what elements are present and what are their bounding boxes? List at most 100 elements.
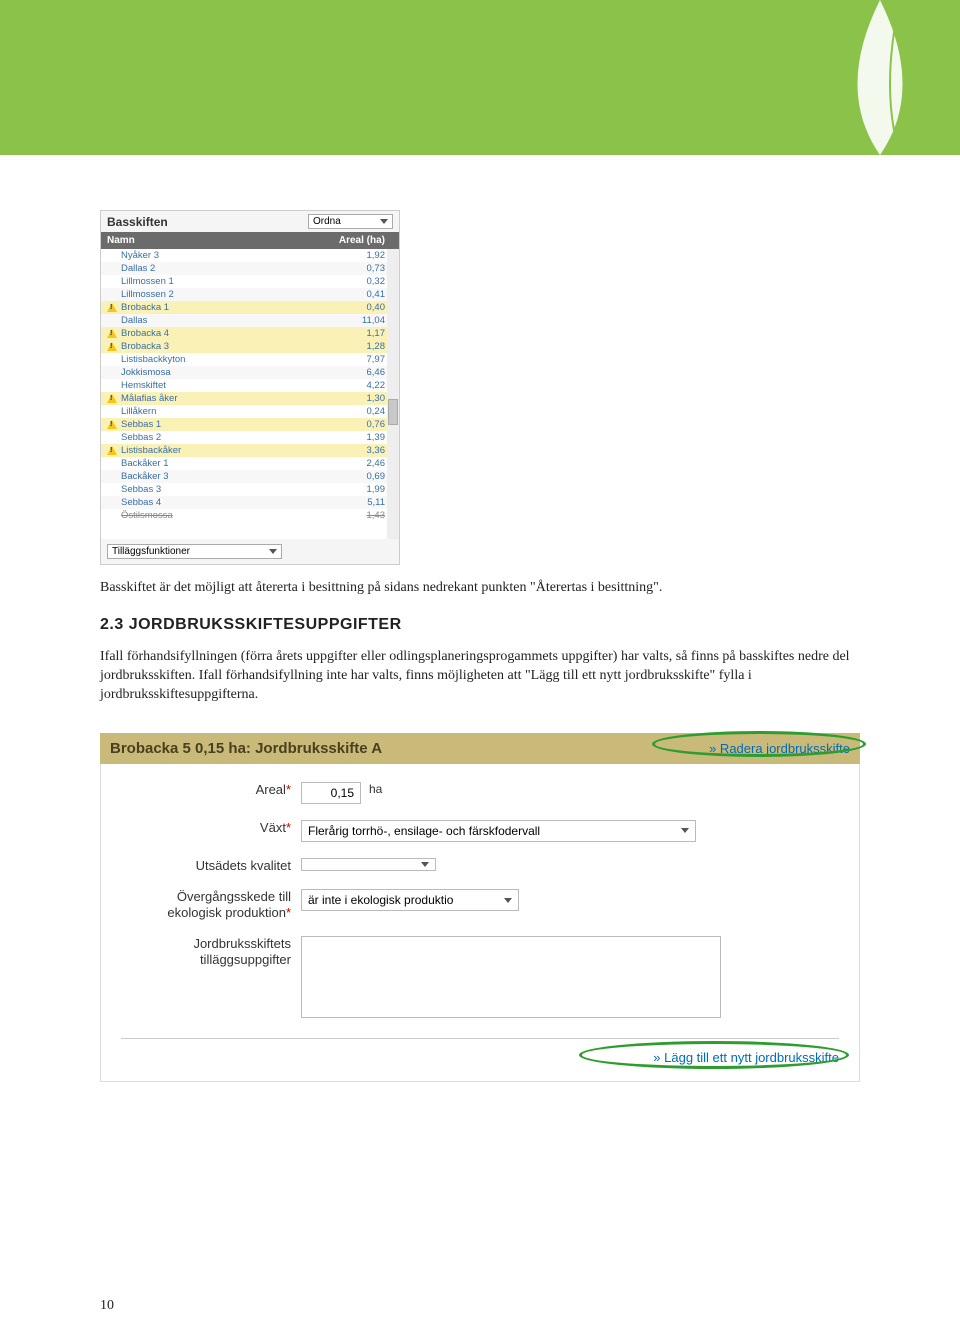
table-row[interactable]: Lillmossen 10,32 [101, 275, 399, 288]
row-name: Sebbas 2 [119, 432, 335, 443]
table-row[interactable]: Brobacka 10,40 [101, 301, 399, 314]
chevron-down-icon [269, 549, 277, 554]
basskiften-panel: Basskiften Ordna Namn Areal (ha) Nyåker … [100, 210, 400, 565]
tillagg-textarea[interactable] [301, 936, 721, 1018]
areal-label-text: Areal [256, 782, 286, 797]
row-area: 4,22 [335, 380, 385, 391]
table-row[interactable]: Sebbas 10,76 [101, 418, 399, 431]
areal-input[interactable]: 0,15 [301, 782, 361, 804]
scroll-thumb[interactable] [388, 399, 398, 425]
row-name: Brobacka 1 [119, 302, 335, 313]
required-star: * [286, 820, 291, 835]
row-name: Backåker 1 [119, 458, 335, 469]
form-header: Brobacka 5 0,15 ha: Jordbruksskifte A » … [100, 733, 860, 764]
table-row[interactable]: Brobacka 31,28 [101, 340, 399, 353]
panel-title: Basskiften [107, 215, 168, 229]
row-name: Sebbas 1 [119, 419, 335, 430]
table-row[interactable]: Lillåkern0,24 [101, 405, 399, 418]
section-heading: 2.3 JORDBRUKSSKIFTESUPPGIFTER [100, 616, 860, 634]
required-star: * [286, 782, 291, 797]
row-area: 7,97 [335, 354, 385, 365]
delete-link[interactable]: » Radera jordbruksskifte [709, 741, 850, 756]
row-area: 3,36 [335, 445, 385, 456]
row-name: Hemskiftet [119, 380, 335, 391]
row-name: Sebbas 4 [119, 497, 335, 508]
extra-functions-dropdown[interactable]: Tilläggsfunktioner [107, 544, 282, 559]
table-row[interactable]: Lillmossen 20,41 [101, 288, 399, 301]
chevron-down-icon [380, 219, 388, 224]
warning-icon-cell [105, 446, 119, 455]
vaxt-dropdown[interactable]: Flerårig torrhö-, ensilage- och färskfod… [301, 820, 696, 842]
overgang-dropdown[interactable]: är inte i ekologisk produktio [301, 889, 519, 911]
divider [121, 1038, 839, 1039]
row-name: Lillåkern [119, 406, 335, 417]
table-row[interactable]: Backåker 30,69 [101, 470, 399, 483]
table-row[interactable]: Jokkismosa6,46 [101, 366, 399, 379]
row-area: 6,46 [335, 367, 385, 378]
table-row[interactable]: Backåker 12,46 [101, 457, 399, 470]
row-area: 0,32 [335, 276, 385, 287]
chevron-down-icon [421, 862, 429, 867]
leaf-icon [825, 0, 935, 155]
row-name: Listisbackåker [119, 445, 335, 456]
sort-dropdown[interactable]: Ordna [308, 214, 393, 229]
page-number: 10 [100, 1298, 114, 1314]
page-header-band [0, 0, 960, 155]
row-name: Backåker 3 [119, 471, 335, 482]
required-star: * [286, 905, 291, 920]
table-row[interactable]: Sebbas 31,99 [101, 483, 399, 496]
row-area: 1,39 [335, 432, 385, 443]
row-area: 1,30 [335, 393, 385, 404]
row-area: 1,43 [335, 510, 385, 521]
warning-icon-cell [105, 420, 119, 429]
row-name: Lillmossen 1 [119, 276, 335, 287]
row-area: 1,99 [335, 484, 385, 495]
warning-icon-cell [105, 342, 119, 351]
row-area: 0,76 [335, 419, 385, 430]
row-area: 2,46 [335, 458, 385, 469]
table-row[interactable]: Sebbas 45,11 [101, 496, 399, 509]
chevron-down-icon [504, 898, 512, 903]
table-row[interactable]: Nyåker 31,92 [101, 249, 399, 262]
table-row[interactable]: Sebbas 21,39 [101, 431, 399, 444]
name-column-header: Namn [107, 235, 135, 246]
utsade-label: Utsädets kvalitet [121, 858, 301, 874]
table-row[interactable]: Östilsmossa1,43 [101, 509, 399, 522]
warning-icon [107, 329, 117, 338]
row-name: Målafias åker [119, 393, 335, 404]
utsade-dropdown[interactable] [301, 858, 436, 871]
row-name: Brobacka 3 [119, 341, 335, 352]
row-name: Lillmossen 2 [119, 289, 335, 300]
warning-icon [107, 420, 117, 429]
warning-icon-cell [105, 329, 119, 338]
scrollbar[interactable] [387, 249, 399, 539]
tillagg-label: Jordbruksskiftets tilläggsuppgifter [121, 936, 301, 967]
row-name: Jokkismosa [119, 367, 335, 378]
row-name: Dallas [119, 315, 335, 326]
warning-icon [107, 394, 117, 403]
warning-icon [107, 446, 117, 455]
row-area: 1,92 [335, 250, 385, 261]
table-row[interactable]: Hemskiftet4,22 [101, 379, 399, 392]
row-area: 0,41 [335, 289, 385, 300]
extra-functions-label: Tilläggsfunktioner [112, 546, 190, 557]
table-row[interactable]: Dallas 20,73 [101, 262, 399, 275]
table-row[interactable]: Listisbackkyton7,97 [101, 353, 399, 366]
vaxt-label: Växt* [121, 820, 301, 836]
areal-unit: ha [369, 782, 382, 796]
table-row[interactable]: Listisbackåker3,36 [101, 444, 399, 457]
row-area: 11,04 [335, 315, 385, 326]
sort-dropdown-label: Ordna [313, 216, 341, 227]
table-row[interactable]: Brobacka 41,17 [101, 327, 399, 340]
warning-icon [107, 342, 117, 351]
row-area: 0,69 [335, 471, 385, 482]
vaxt-label-text: Växt [260, 820, 286, 835]
areal-label: Areal* [121, 782, 301, 798]
table-row[interactable]: Målafias åker1,30 [101, 392, 399, 405]
jordbruksskifte-form: Brobacka 5 0,15 ha: Jordbruksskifte A » … [100, 733, 860, 1083]
area-column-header: Areal (ha) [339, 235, 385, 246]
table-row[interactable]: Dallas11,04 [101, 314, 399, 327]
form-header-title: Brobacka 5 0,15 ha: Jordbruksskifte A [110, 740, 382, 757]
row-area: 5,11 [335, 497, 385, 508]
add-jordbruksskifte-link[interactable]: » Lägg till ett nytt jordbruksskifte [653, 1050, 839, 1065]
